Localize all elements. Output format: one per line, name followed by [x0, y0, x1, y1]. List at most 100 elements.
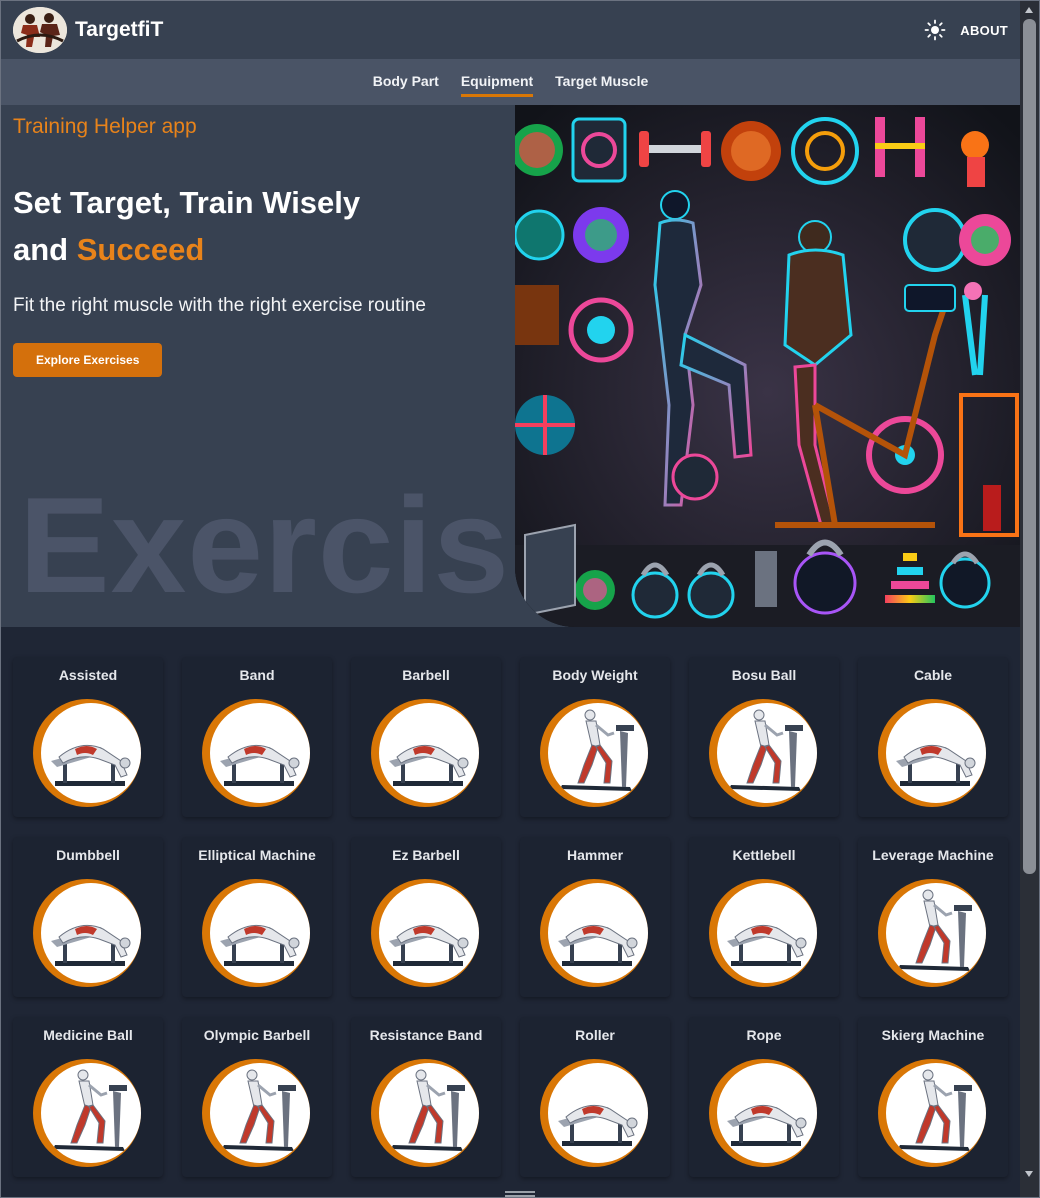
exercise-thumbnail[interactable]: [540, 1059, 648, 1167]
equipment-card-leverage-machine[interactable]: Leverage Machine: [858, 837, 1008, 997]
hyperextension-exercise-icon: [717, 883, 817, 983]
treadmill-exercise-icon: [717, 703, 817, 803]
vertical-scrollbar[interactable]: [1020, 1, 1039, 1197]
brand-name[interactable]: TargetfiT: [75, 18, 163, 42]
equipment-card-roller[interactable]: Roller: [520, 1017, 670, 1177]
brand[interactable]: TargetfiT: [13, 7, 163, 53]
exercise-thumbnail[interactable]: [33, 699, 141, 807]
athletes-logo-icon[interactable]: [13, 7, 67, 53]
tab-body-part[interactable]: Body Part: [373, 67, 439, 97]
hero-text: Training Helper app Set Target, Train Wi…: [13, 115, 503, 377]
exercise-thumbnail[interactable]: [709, 1059, 817, 1167]
page-viewport: TargetfiT ABOUT Body Part Equipment Targ: [1, 1, 1020, 1197]
hyperextension-exercise-icon: [379, 703, 479, 803]
hero-watermark: Exercise: [19, 469, 587, 621]
equipment-card-assisted[interactable]: Assisted: [13, 657, 163, 817]
exercise-thumbnail[interactable]: [33, 1059, 141, 1167]
fitness-equipment-illustration-icon: [515, 105, 1020, 627]
hyperextension-exercise-icon: [886, 703, 986, 803]
exercise-thumbnail[interactable]: [540, 699, 648, 807]
headline-accent: Succeed: [76, 232, 205, 267]
tab-equipment[interactable]: Equipment: [460, 67, 534, 97]
hyperextension-exercise-icon: [548, 883, 648, 983]
equipment-card-title: Elliptical Machine: [198, 847, 316, 863]
treadmill-exercise-icon: [379, 1063, 479, 1163]
equipment-card-title: Resistance Band: [369, 1027, 483, 1043]
hyperextension-exercise-icon: [717, 1063, 817, 1163]
equipment-card-barbell[interactable]: Barbell: [351, 657, 501, 817]
equipment-card-ez-barbell[interactable]: Ez Barbell: [351, 837, 501, 997]
treadmill-exercise-icon: [548, 703, 648, 803]
equipment-card-skierg-machine[interactable]: Skierg Machine: [858, 1017, 1008, 1177]
equipment-grid: Assisted Band Barbell Body Weight Bosu Ball C…: [13, 657, 1008, 1177]
equipment-card-title: Dumbbell: [56, 847, 120, 863]
top-actions: ABOUT: [924, 19, 1008, 41]
equipment-grid-section: Assisted Band Barbell Body Weight Bosu Ball C…: [1, 627, 1020, 1177]
hero-eyebrow: Training Helper app: [13, 115, 197, 138]
equipment-card-title: Hammer: [566, 847, 624, 863]
explore-exercises-button[interactable]: Explore Exercises: [13, 343, 163, 377]
equipment-card-title: Barbell: [402, 667, 450, 683]
equipment-card-medicine-ball[interactable]: Medicine Ball: [13, 1017, 163, 1177]
equipment-card-kettlebell[interactable]: Kettlebell: [689, 837, 839, 997]
equipment-card-title: Olympic Barbell: [203, 1027, 311, 1043]
equipment-card-olympic-barbell[interactable]: Olympic Barbell: [182, 1017, 332, 1177]
hyperextension-exercise-icon: [210, 703, 310, 803]
resize-handle-icon[interactable]: [505, 1191, 535, 1197]
hyperextension-exercise-icon: [210, 883, 310, 983]
exercise-thumbnail[interactable]: [371, 879, 479, 987]
hyperextension-exercise-icon: [379, 883, 479, 983]
sun-icon[interactable]: [924, 19, 946, 41]
equipment-card-title: Body Weight: [552, 667, 638, 683]
exercise-thumbnail[interactable]: [709, 879, 817, 987]
equipment-card-title: Ez Barbell: [392, 847, 460, 863]
exercise-thumbnail[interactable]: [202, 879, 310, 987]
equipment-card-title: Assisted: [58, 667, 118, 683]
exercise-thumbnail[interactable]: [878, 879, 986, 987]
equipment-card-title: Kettlebell: [732, 847, 796, 863]
headline-and: and: [13, 232, 69, 267]
hero-lead: Fit the right muscle with the right exer…: [13, 295, 426, 316]
equipment-card-title: Cable: [913, 667, 953, 683]
equipment-card-hammer[interactable]: Hammer: [520, 837, 670, 997]
equipment-card-band[interactable]: Band: [182, 657, 332, 817]
equipment-card-title: Bosu Ball: [731, 667, 797, 683]
headline-line1: Set Target, Train Wisely: [13, 185, 361, 220]
app-window: TargetfiT ABOUT Body Part Equipment Targ: [0, 0, 1040, 1198]
exercise-thumbnail[interactable]: [202, 1059, 310, 1167]
scroll-up-arrow-icon[interactable]: [1025, 7, 1033, 13]
exercise-thumbnail[interactable]: [878, 699, 986, 807]
equipment-card-bosu-ball[interactable]: Bosu Ball: [689, 657, 839, 817]
scroll-down-arrow-icon[interactable]: [1025, 1171, 1033, 1177]
treadmill-exercise-icon: [886, 1063, 986, 1163]
exercise-thumbnail[interactable]: [202, 699, 310, 807]
about-link[interactable]: ABOUT: [960, 23, 1008, 38]
exercise-thumbnail[interactable]: [33, 879, 141, 987]
scrollbar-thumb[interactable]: [1023, 19, 1036, 874]
equipment-card-cable[interactable]: Cable: [858, 657, 1008, 817]
equipment-card-body-weight[interactable]: Body Weight: [520, 657, 670, 817]
exercise-thumbnail[interactable]: [371, 699, 479, 807]
equipment-card-title: Rope: [746, 1027, 782, 1043]
hyperextension-exercise-icon: [41, 883, 141, 983]
equipment-card-elliptical-machine[interactable]: Elliptical Machine: [182, 837, 332, 997]
equipment-card-title: Leverage Machine: [872, 847, 994, 863]
exercise-thumbnail[interactable]: [709, 699, 817, 807]
equipment-card-title: Roller: [575, 1027, 615, 1043]
equipment-card-resistance-band[interactable]: Resistance Band: [351, 1017, 501, 1177]
category-tabs: Body Part Equipment Target Muscle: [1, 59, 1020, 105]
treadmill-exercise-icon: [210, 1063, 310, 1163]
tab-target-muscle[interactable]: Target Muscle: [555, 67, 648, 97]
treadmill-exercise-icon: [886, 883, 986, 983]
exercise-thumbnail[interactable]: [371, 1059, 479, 1167]
exercise-thumbnail[interactable]: [540, 879, 648, 987]
equipment-card-rope[interactable]: Rope: [689, 1017, 839, 1177]
exercise-thumbnail[interactable]: [878, 1059, 986, 1167]
equipment-card-dumbbell[interactable]: Dumbbell: [13, 837, 163, 997]
hyperextension-exercise-icon: [41, 703, 141, 803]
hero-headline: Set Target, Train Wisely and Succeed: [13, 179, 503, 273]
top-bar: TargetfiT ABOUT: [1, 1, 1020, 59]
equipment-card-title: Skierg Machine: [881, 1027, 985, 1043]
equipment-card-title: Medicine Ball: [43, 1027, 133, 1043]
equipment-card-title: Band: [239, 667, 275, 683]
